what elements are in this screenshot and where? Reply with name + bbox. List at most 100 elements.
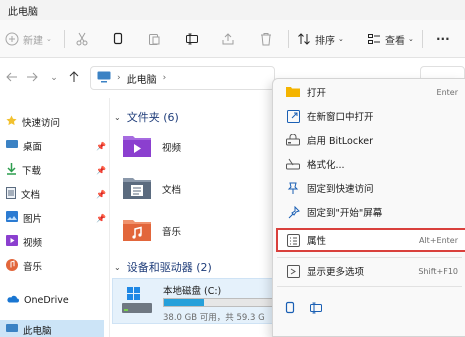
computer-icon bbox=[6, 323, 18, 337]
folder-item-videos[interactable]: 视频 bbox=[122, 132, 181, 161]
share-button[interactable] bbox=[220, 28, 236, 50]
videos-folder-icon bbox=[122, 132, 152, 161]
rename-button[interactable] bbox=[184, 28, 200, 50]
bitlocker-icon bbox=[285, 132, 301, 148]
windows-drive-icon bbox=[121, 285, 153, 320]
title-bar: 此电脑 bbox=[0, 0, 465, 20]
sidebar-item-downloads[interactable]: 下载 📌 bbox=[6, 160, 106, 180]
more-button[interactable]: ··· bbox=[436, 28, 450, 50]
sidebar-item-label: 图片 bbox=[23, 214, 43, 225]
arrow-left-icon bbox=[6, 71, 18, 86]
menu-item-shortcut: Enter bbox=[436, 87, 458, 97]
folder-item-documents[interactable]: 文档 bbox=[122, 174, 181, 203]
menu-item-pin-start[interactable]: 固定到"开始"屏幕 bbox=[277, 201, 465, 223]
copy-icon bbox=[110, 31, 126, 47]
drive-item-c[interactable]: 本地磁盘 (C:) 38.0 GB 可用，共 59.3 G bbox=[112, 278, 282, 324]
clipboard-icon bbox=[146, 31, 162, 47]
menu-item-open[interactable]: 打开 Enter bbox=[277, 81, 465, 103]
pin-icon bbox=[285, 180, 301, 196]
up-button[interactable] bbox=[66, 70, 82, 86]
toolbar-divider bbox=[288, 30, 289, 48]
cut-button[interactable] bbox=[74, 28, 90, 50]
copy-icon[interactable] bbox=[283, 301, 297, 318]
computer-icon bbox=[97, 71, 111, 86]
folder-label: 音乐 bbox=[162, 226, 182, 238]
toolbar-divider bbox=[422, 30, 423, 48]
address-bar[interactable]: › 此电脑 › bbox=[90, 66, 275, 90]
menu-item-show-more-options[interactable]: 显示更多选项 Shift+F10 bbox=[277, 260, 465, 282]
recent-locations-button[interactable]: ⌄ bbox=[46, 70, 62, 86]
chevron-down-icon: ⌄ bbox=[114, 112, 121, 122]
chevron-down-icon: ⌄ bbox=[50, 73, 58, 83]
menu-item-label: 固定到"开始"屏幕 bbox=[307, 208, 383, 219]
pin-icon[interactable]: 📌 bbox=[96, 214, 106, 223]
menu-item-bitlocker[interactable]: 启用 BitLocker bbox=[277, 129, 465, 151]
new-window-icon bbox=[285, 108, 301, 124]
folder-item-music[interactable]: 音乐 bbox=[122, 216, 181, 245]
format-icon bbox=[285, 156, 301, 172]
breadcrumb[interactable]: 此电脑 bbox=[127, 71, 157, 86]
menu-separator bbox=[277, 257, 462, 258]
trash-icon bbox=[258, 31, 274, 47]
desktop-icon bbox=[6, 139, 18, 153]
view-button[interactable]: 查看 ⌄ bbox=[366, 28, 414, 50]
sidebar-item-onedrive[interactable]: OneDrive bbox=[6, 290, 106, 310]
new-button[interactable]: 新建 ⌄ bbox=[4, 28, 52, 50]
toolbar-divider bbox=[64, 30, 65, 48]
menu-item-label: 在新窗口中打开 bbox=[307, 112, 374, 123]
music-icon bbox=[6, 258, 18, 274]
pin-icon[interactable]: 📌 bbox=[96, 190, 106, 199]
document-icon bbox=[6, 186, 16, 202]
star-icon bbox=[6, 115, 17, 129]
chevron-down-icon: ⌄ bbox=[408, 35, 414, 43]
sidebar-item-label: 视频 bbox=[23, 238, 43, 249]
menu-item-label: 启用 BitLocker bbox=[307, 136, 373, 147]
forward-button[interactable] bbox=[24, 70, 40, 86]
pin-icon[interactable]: 📌 bbox=[96, 166, 106, 175]
menu-item-label: 格式化... bbox=[307, 160, 345, 171]
more-label: ··· bbox=[436, 32, 450, 46]
drives-section-header[interactable]: ⌄ 设备和驱动器 (2) bbox=[114, 258, 212, 276]
sidebar-item-pictures[interactable]: 图片 📌 bbox=[6, 208, 106, 228]
sidebar-item-this-pc[interactable]: 此电脑 bbox=[0, 320, 104, 337]
folder-label: 文档 bbox=[162, 184, 182, 196]
sidebar-item-music[interactable]: 音乐 bbox=[6, 256, 106, 276]
menu-item-shortcut: Alt+Enter bbox=[418, 235, 458, 245]
folder-open-icon bbox=[285, 84, 301, 100]
toolbar: 新建 ⌄ 排序 ⌄ 查看 ⌄ ··· bbox=[0, 20, 465, 58]
drive-free-space: 38.0 GB 可用，共 59.3 G bbox=[163, 313, 265, 323]
music-folder-icon bbox=[122, 216, 152, 245]
chevron-right-icon: › bbox=[162, 73, 167, 83]
more-options-icon bbox=[285, 263, 301, 279]
sidebar-item-quick-access[interactable]: 快速访问 bbox=[6, 112, 106, 132]
arrow-right-icon bbox=[26, 71, 38, 86]
folders-section-header[interactable]: ⌄ 文件夹 (6) bbox=[114, 108, 179, 126]
menu-item-open-new-window[interactable]: 在新窗口中打开 bbox=[277, 105, 465, 127]
context-menu: 打开 Enter 在新窗口中打开 启用 BitLocker 格式化... 固定到… bbox=[272, 78, 465, 337]
sort-button[interactable]: 排序 ⌄ bbox=[296, 28, 344, 50]
sidebar-item-desktop[interactable]: 桌面 📌 bbox=[6, 136, 106, 156]
properties-icon bbox=[285, 232, 301, 248]
delete-button[interactable] bbox=[258, 28, 274, 50]
menu-item-pin-quick-access[interactable]: 固定到快速访问 bbox=[277, 177, 465, 199]
sidebar-item-label: 快速访问 bbox=[22, 118, 61, 129]
sidebar-item-videos[interactable]: 视频 bbox=[6, 232, 106, 252]
chevron-down-icon: ⌄ bbox=[114, 262, 121, 272]
drive-usage-fill bbox=[164, 299, 204, 306]
copy-button[interactable] bbox=[110, 28, 126, 50]
section-title: 设备和驱动器 (2) bbox=[126, 261, 212, 274]
menu-item-label: 打开 bbox=[307, 88, 327, 99]
new-label: 新建 bbox=[23, 35, 43, 47]
pin-icon[interactable]: 📌 bbox=[96, 142, 106, 151]
rename-icon bbox=[184, 31, 200, 47]
back-button[interactable] bbox=[4, 70, 20, 86]
paste-button[interactable] bbox=[146, 28, 162, 50]
menu-item-properties[interactable]: 属性 Alt+Enter bbox=[276, 228, 465, 252]
menu-item-format[interactable]: 格式化... bbox=[277, 153, 465, 175]
menu-separator bbox=[277, 286, 462, 287]
sort-label: 排序 bbox=[315, 35, 335, 47]
rename-icon[interactable] bbox=[309, 301, 323, 318]
chevron-down-icon: ⌄ bbox=[46, 35, 52, 43]
videos-icon bbox=[6, 235, 18, 249]
sidebar-item-documents[interactable]: 文档 📌 bbox=[6, 184, 106, 204]
